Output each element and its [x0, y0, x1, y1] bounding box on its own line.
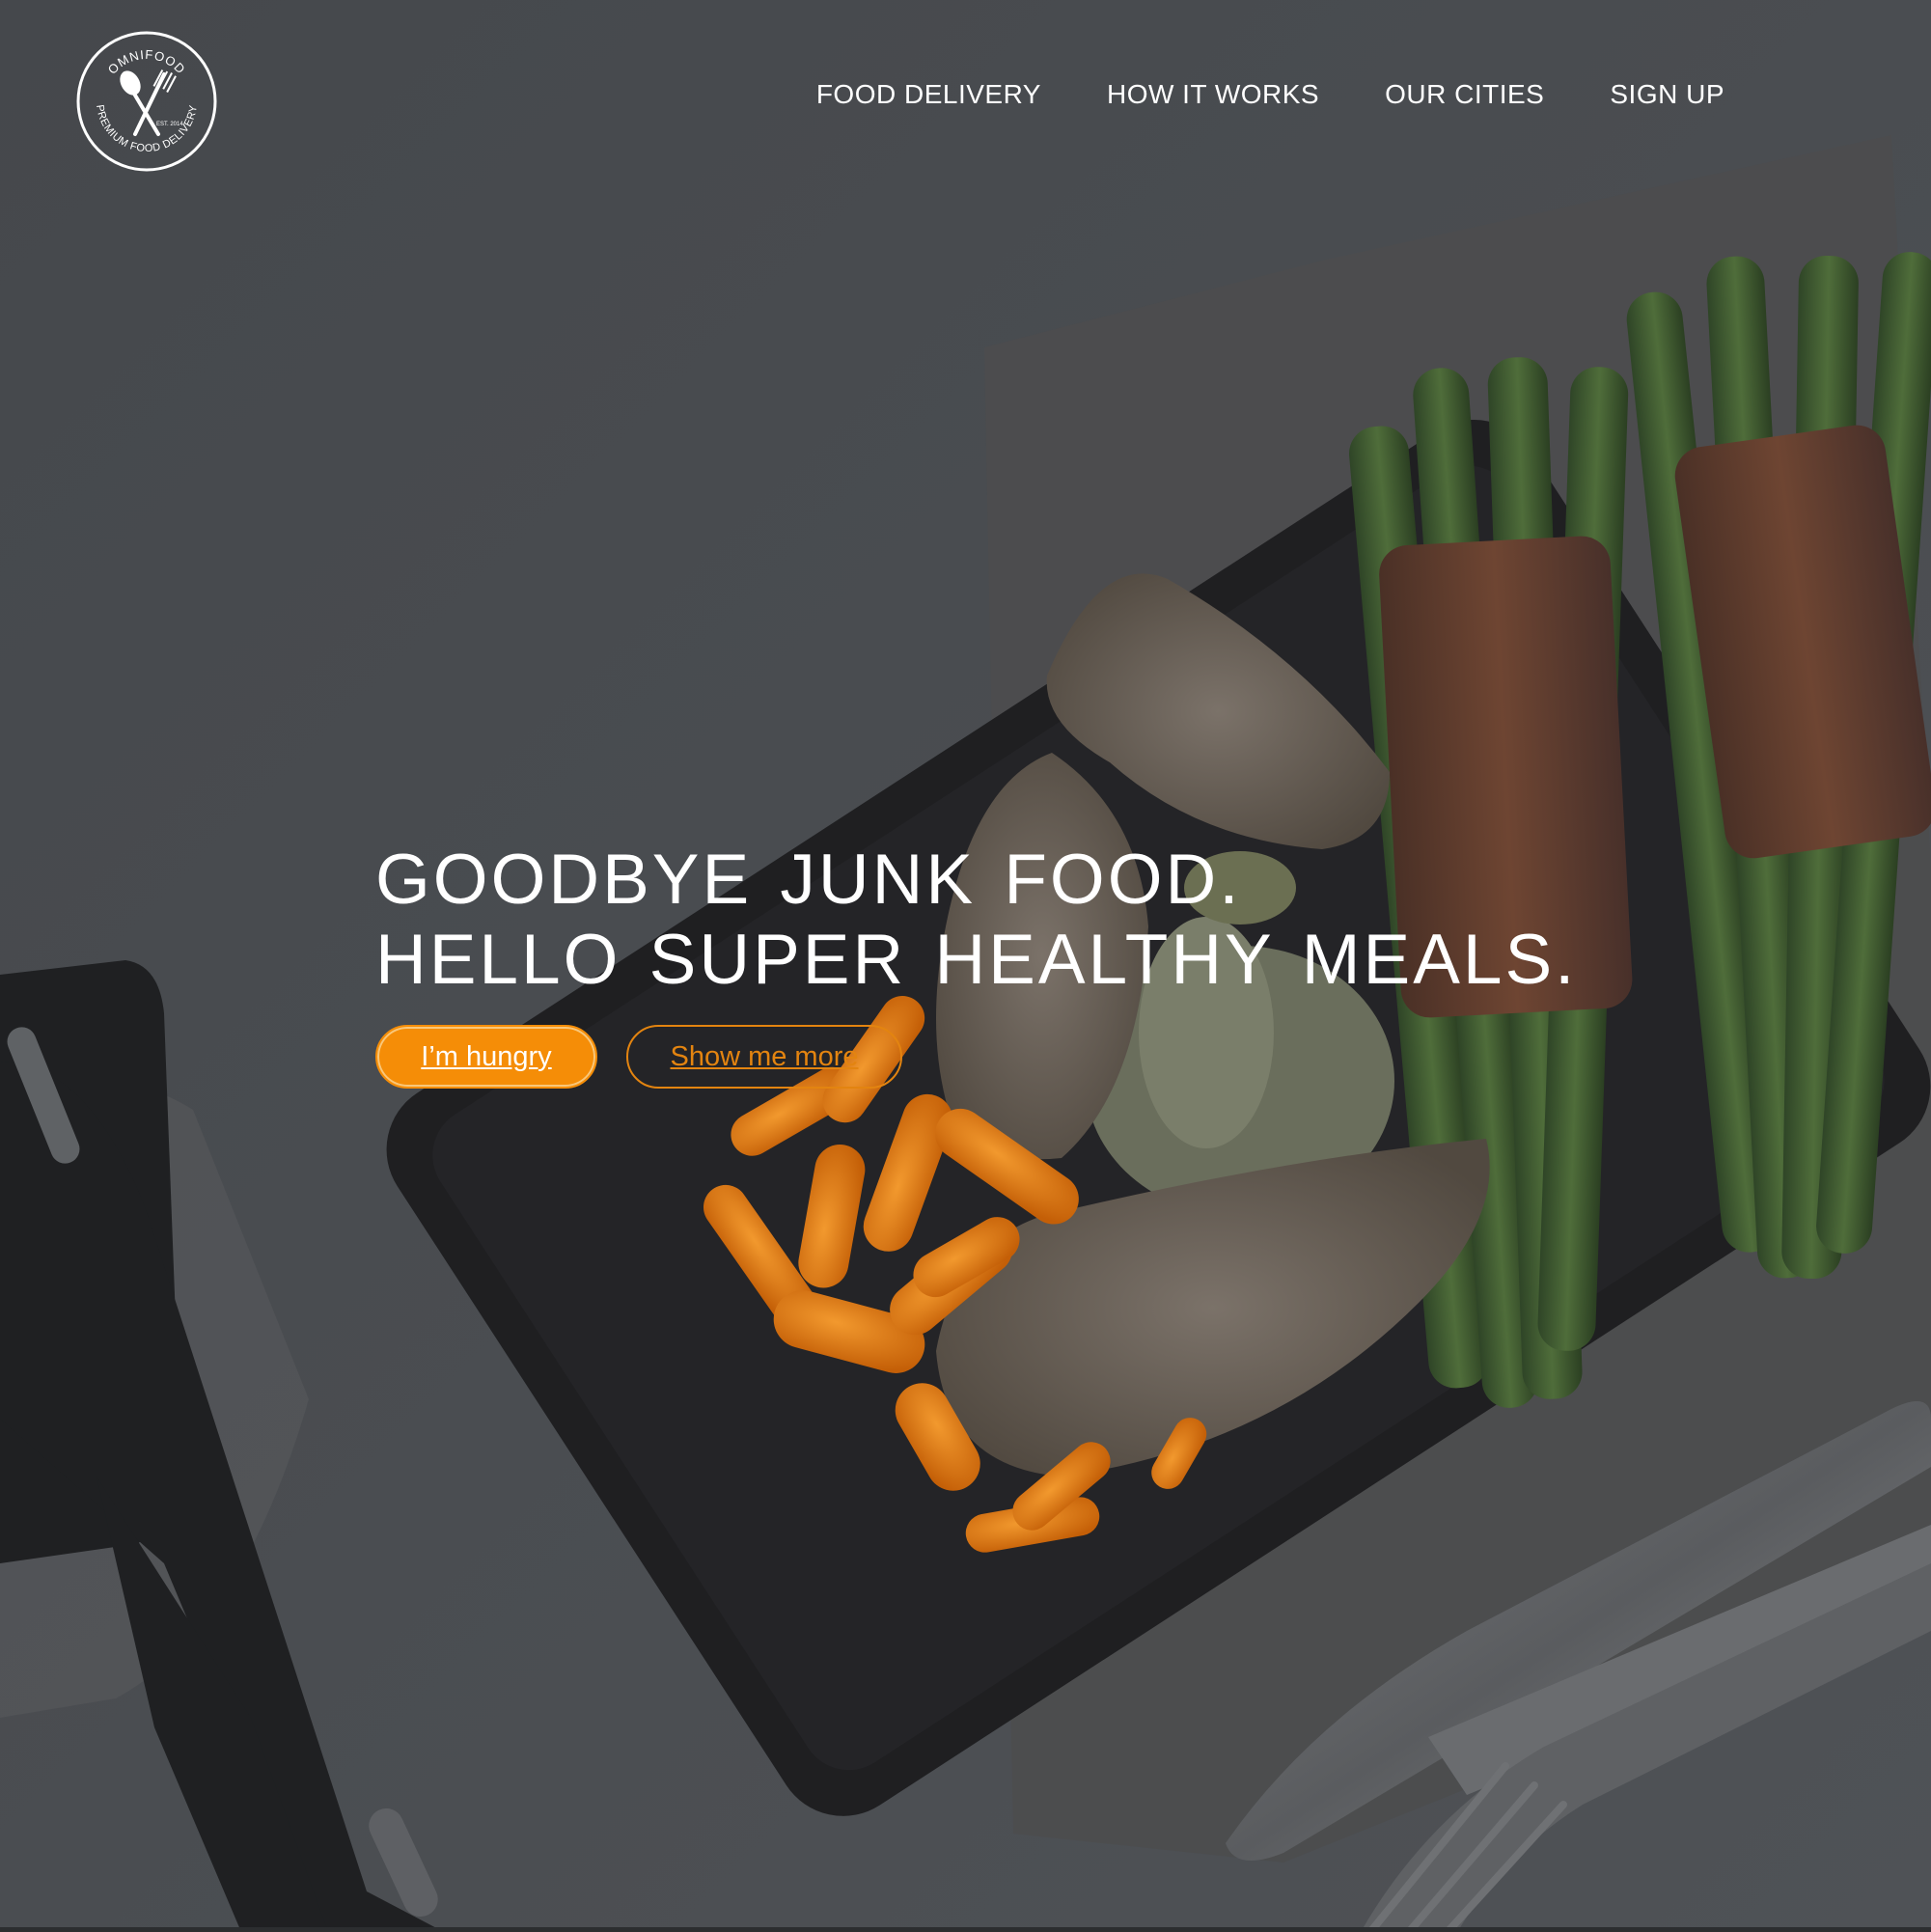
show-me-more-button[interactable]: Show me more — [626, 1025, 902, 1089]
nav-link-how-it-works[interactable]: HOW IT WORKS — [1107, 79, 1319, 110]
omnifood-logo[interactable]: OMNIFOOD PREMIUM FOOD DELIVERY EST. 2014 — [75, 30, 218, 173]
logo-brand-text: OMNIFOOD — [105, 47, 188, 77]
hero-section: OMNIFOOD PREMIUM FOOD DELIVERY EST. 2014… — [0, 0, 1931, 1932]
im-hungry-button[interactable]: I’m hungry — [375, 1025, 597, 1089]
hero-headline-line-1: GOODBYE JUNK FOOD. — [375, 841, 1242, 919]
svg-text:OMNIFOOD: OMNIFOOD — [105, 47, 189, 77]
nav-link-sign-up[interactable]: SIGN UP — [1610, 79, 1724, 110]
nav-link-food-delivery[interactable]: FOOD DELIVERY — [816, 79, 1041, 110]
main-navigation: FOOD DELIVERY HOW IT WORKS OUR CITIES SI… — [751, 79, 1724, 110]
nav-link-our-cities[interactable]: OUR CITIES — [1385, 79, 1544, 110]
bottom-divider — [0, 1927, 1931, 1932]
hero-headline: GOODBYE JUNK FOOD. HELLO SUPER HEALTHY M… — [375, 840, 1577, 1000]
hero-headline-line-2: HELLO SUPER HEALTHY MEALS. — [375, 921, 1578, 999]
logo-est-text: EST. 2014 — [156, 122, 183, 127]
